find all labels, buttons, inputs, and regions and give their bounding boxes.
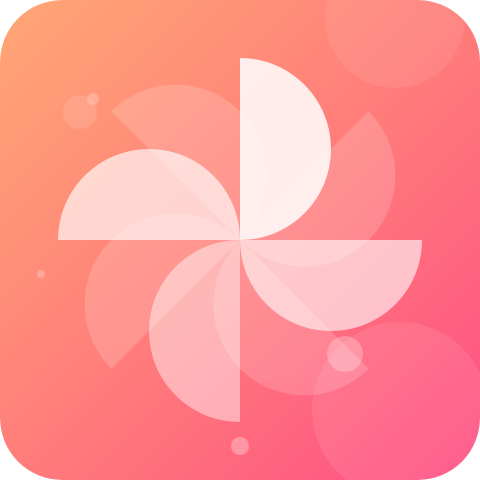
- bokeh-dot-left-mid: [37, 270, 45, 278]
- bokeh-dot-bottom: [231, 437, 249, 455]
- app-icon-svg: [0, 0, 480, 480]
- bokeh-dot-left-top: [87, 93, 99, 105]
- app-icon: [0, 0, 480, 480]
